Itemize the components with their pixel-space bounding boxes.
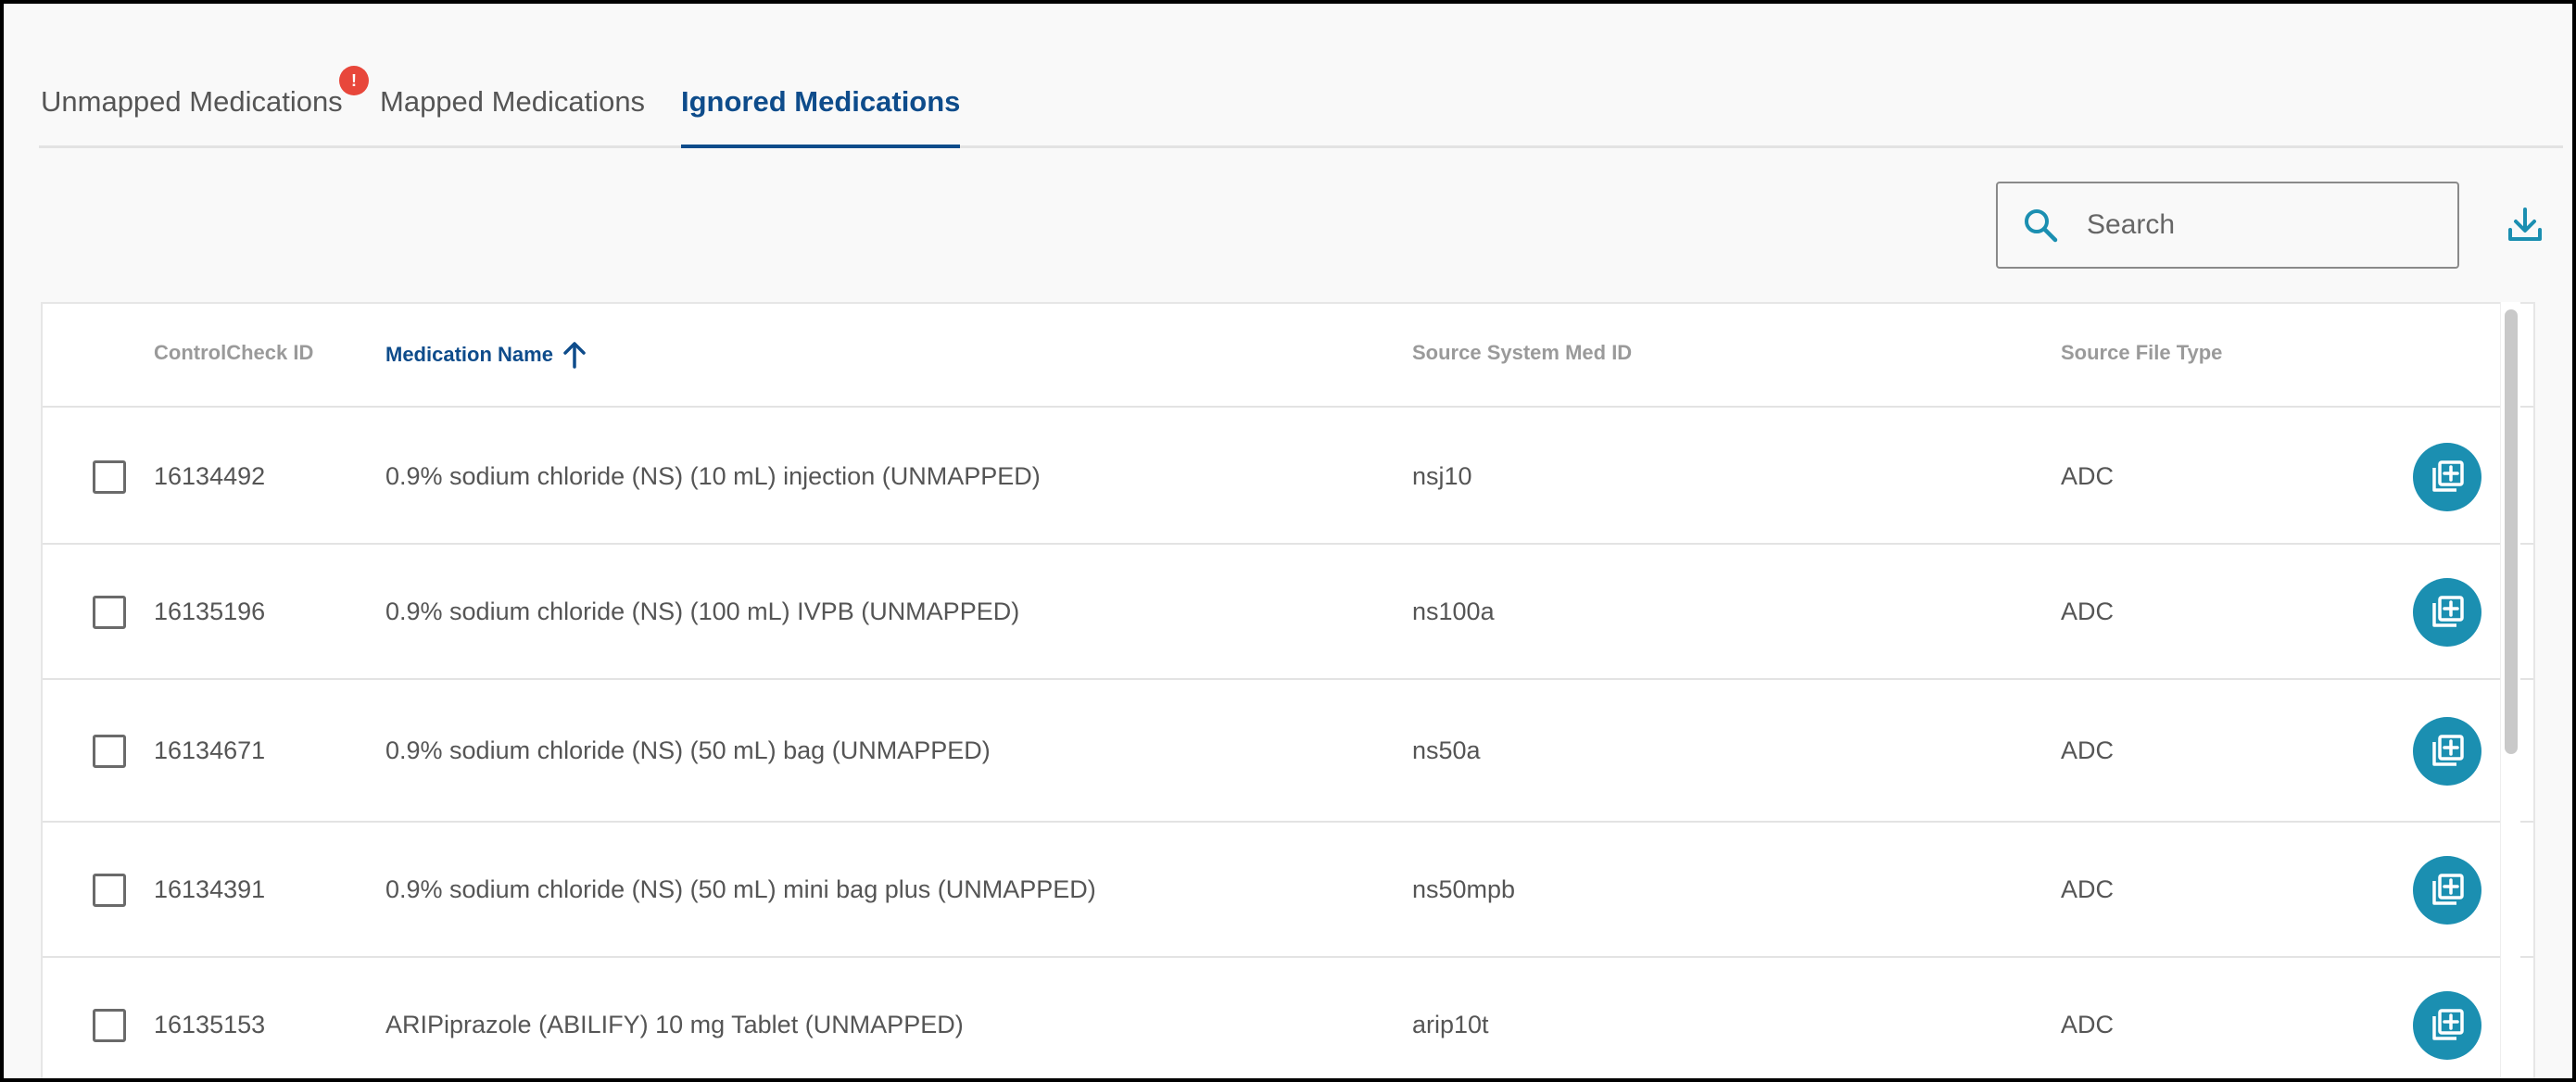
add-mapping-button[interactable] (2413, 443, 2481, 511)
medication-name-cell: 0.9% sodium chloride (NS) (10 mL) inject… (385, 462, 1041, 490)
medication-name-cell: 0.9% sodium chloride (NS) (100 mL) IVPB … (385, 598, 1020, 625)
add-to-list-icon (2432, 1009, 2464, 1040)
medication-name-cell: 0.9% sodium chloride (NS) (50 mL) bag (U… (385, 736, 991, 764)
add-mapping-button[interactable] (2413, 856, 2481, 925)
source-system-med-id-cell: ns50mpb (1412, 875, 1516, 903)
controlcheck-id-cell: 16134671 (154, 736, 266, 764)
add-to-list-icon (2432, 874, 2464, 905)
row-checkbox[interactable] (93, 1009, 126, 1042)
add-to-list-icon (2432, 460, 2464, 492)
tab-unmapped-medications[interactable]: Unmapped Medications (41, 85, 343, 146)
table-row[interactable]: 16134391 0.9% sodium chloride (NS) (50 mL… (43, 823, 2533, 958)
table-header: ControlCheck ID Medication Name Source S… (43, 304, 2533, 408)
sort-ascending-icon (563, 342, 586, 369)
tab-ignored-medications[interactable]: Ignored Medications (681, 85, 961, 148)
alert-badge: ! (339, 66, 369, 95)
scrollbar[interactable] (2500, 302, 2520, 1078)
scrollbar-thumb[interactable] (2505, 309, 2518, 754)
column-header-source-file-type: Source File Type (2061, 341, 2223, 364)
source-system-med-id-cell: nsj10 (1412, 462, 1472, 490)
source-file-type-cell: ADC (2061, 875, 2115, 903)
source-system-med-id-cell: arip10t (1412, 1011, 1489, 1038)
controlcheck-id-cell: 16134391 (154, 875, 266, 903)
row-checkbox[interactable] (93, 874, 126, 907)
download-icon[interactable] (2506, 206, 2544, 245)
controlcheck-id-cell: 16135153 (154, 1011, 266, 1038)
search-box[interactable] (1996, 182, 2459, 269)
controlcheck-id-cell: 16135196 (154, 598, 266, 625)
row-checkbox[interactable] (93, 596, 126, 629)
row-checkbox[interactable] (93, 460, 126, 494)
table-row[interactable]: 16134671 0.9% sodium chloride (NS) (50 mL… (43, 680, 2533, 823)
source-system-med-id-cell: ns100a (1412, 598, 1495, 625)
source-file-type-cell: ADC (2061, 598, 2115, 625)
add-to-list-icon (2432, 735, 2464, 766)
column-header-medication-name[interactable]: Medication Name (385, 341, 587, 369)
add-mapping-button[interactable] (2413, 578, 2481, 647)
tab-mapped-medications[interactable]: Mapped Medications (380, 85, 645, 146)
table-row[interactable]: 16134492 0.9% sodium chloride (NS) (10 mL… (43, 409, 2533, 545)
source-file-type-cell: ADC (2061, 1011, 2115, 1038)
table-row[interactable]: 16135153 ARIPiprazole (ABILIFY) 10 mg Tab… (43, 958, 2533, 1078)
medications-table: ControlCheck ID Medication Name Source S… (41, 302, 2535, 1078)
column-header-controlcheck-id: ControlCheck ID (154, 341, 314, 364)
medication-name-cell: ARIPiprazole (ABILIFY) 10 mg Tablet (UNM… (385, 1011, 964, 1038)
source-file-type-cell: ADC (2061, 462, 2115, 490)
controlcheck-id-cell: 16134492 (154, 462, 266, 490)
table-row[interactable]: 16135196 0.9% sodium chloride (NS) (100 m… (43, 545, 2533, 680)
add-mapping-button[interactable] (2413, 991, 2481, 1060)
column-header-source-system-med-id: Source System Med ID (1412, 341, 1633, 364)
row-checkbox[interactable] (93, 735, 126, 768)
medication-name-cell: 0.9% sodium chloride (NS) (50 mL) mini b… (385, 875, 1096, 903)
source-file-type-cell: ADC (2061, 736, 2115, 764)
column-header-label: Medication Name (385, 343, 553, 366)
search-input[interactable] (2087, 209, 2439, 241)
add-mapping-button[interactable] (2413, 717, 2481, 786)
tab-bar: Unmapped Medications Mapped Medications … (39, 59, 2563, 148)
app-frame: Unmapped Medications Mapped Medications … (0, 0, 2576, 1082)
source-system-med-id-cell: ns50a (1412, 736, 1481, 764)
search-icon (2025, 209, 2058, 243)
add-to-list-icon (2432, 596, 2464, 627)
